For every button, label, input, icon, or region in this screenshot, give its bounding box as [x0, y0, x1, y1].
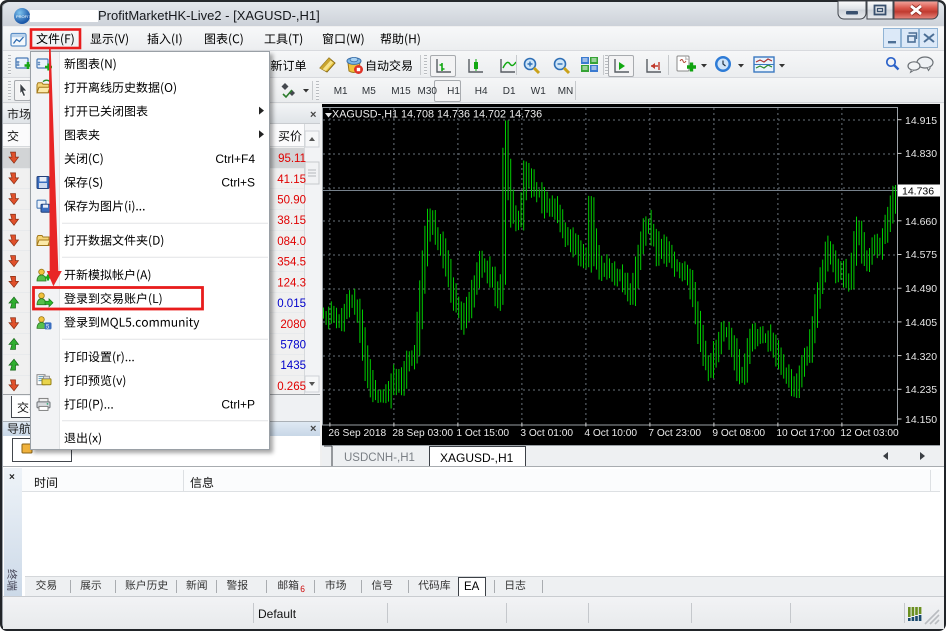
svg-text:XAGUSD-,H1 14.708 14.736 14.7: XAGUSD-,H1 14.708 14.736 14.702 14.736 [332, 109, 542, 121]
svg-text:14.830: 14.830 [905, 148, 937, 160]
svg-text:14.660: 14.660 [905, 216, 937, 228]
svg-text:14.915: 14.915 [905, 115, 937, 127]
svg-text:12 Oct 03:00: 12 Oct 03:00 [840, 428, 899, 439]
svg-text:14.320: 14.320 [905, 351, 937, 363]
svg-text:14.235: 14.235 [905, 384, 937, 396]
svg-text:14.405: 14.405 [905, 317, 937, 329]
svg-text:28 Sep 03:00: 28 Sep 03:00 [392, 428, 453, 439]
svg-text:3 Oct 01:00: 3 Oct 01:00 [520, 428, 573, 439]
svg-text:10 Oct 17:00: 10 Oct 17:00 [776, 428, 835, 439]
svg-text:7 Oct 23:00: 7 Oct 23:00 [648, 428, 701, 439]
svg-text:14.490: 14.490 [905, 283, 937, 295]
svg-text:14.575: 14.575 [905, 249, 937, 261]
svg-text:14.150: 14.150 [905, 414, 937, 426]
svg-text:14.736: 14.736 [902, 186, 934, 198]
svg-text:1 Oct 15:00: 1 Oct 15:00 [456, 428, 509, 439]
svg-text:4 Oct 10:00: 4 Oct 10:00 [584, 428, 637, 439]
svg-text:26 Sep 2018: 26 Sep 2018 [328, 428, 386, 439]
svg-text:9 Oct 08:00: 9 Oct 08:00 [712, 428, 765, 439]
